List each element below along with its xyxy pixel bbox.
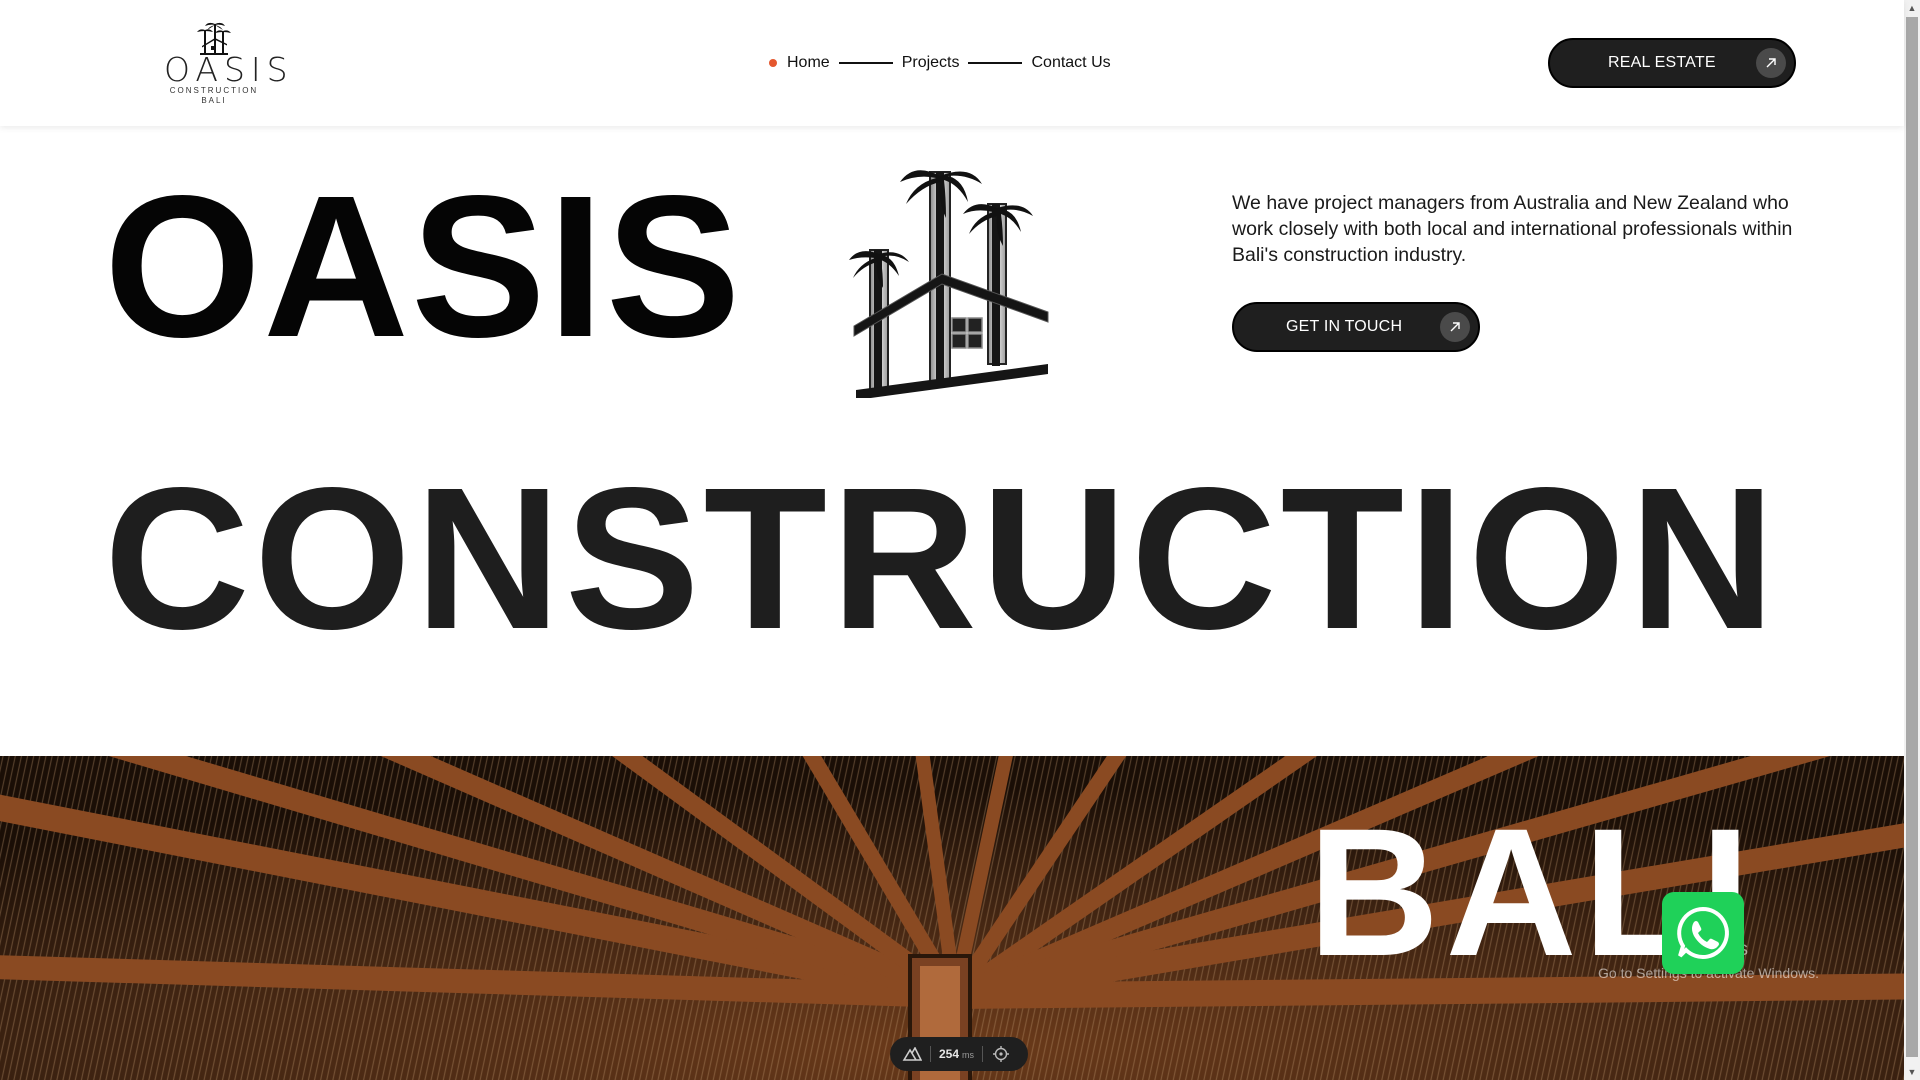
nav-divider (968, 62, 1023, 64)
site-logo[interactable]: OASIS CONSTRUCTION BALI (160, 18, 294, 105)
real-estate-button-label: REAL ESTATE (1608, 54, 1716, 71)
whatsapp-button[interactable] (1662, 892, 1744, 974)
active-indicator-dot (769, 59, 777, 67)
nuxt-icon (902, 1047, 922, 1061)
site-header: OASIS CONSTRUCTION BALI Home Projects Co… (0, 0, 1904, 126)
main-nav: Home Projects Contact Us (769, 52, 1111, 74)
hero-title-oasis: OASIS (104, 153, 743, 379)
perf-readout: 254 ms (939, 1047, 974, 1061)
arrow-up-right-icon (1756, 48, 1786, 78)
get-in-touch-button[interactable]: GET IN TOUCH (1232, 302, 1480, 352)
palm-house-3d-icon (849, 170, 1049, 398)
hero-title-construction: CONSTRUCTION (104, 445, 1780, 671)
perf-value: 254 (939, 1047, 960, 1061)
hero-intro-text: We have project managers from Australia … (1232, 192, 1793, 266)
nav-divider (838, 62, 893, 64)
perf-separator (930, 1046, 931, 1062)
scroll-thumb[interactable] (1906, 17, 1918, 1057)
arrow-up-right-icon (1440, 312, 1470, 342)
page-scrollbar[interactable]: ▲ ▼ (1904, 0, 1920, 1080)
perf-unit: ms (962, 1050, 975, 1060)
scroll-up-arrow-icon[interactable]: ▲ (1904, 0, 1920, 16)
whatsapp-icon (1677, 906, 1729, 959)
scroll-down-arrow-icon[interactable]: ▼ (1904, 1064, 1920, 1080)
dev-performance-widget[interactable]: 254 ms (890, 1037, 1028, 1071)
nav-projects[interactable]: Projects (902, 54, 960, 72)
real-estate-button[interactable]: REAL ESTATE (1548, 38, 1796, 88)
get-in-touch-label: GET IN TOUCH (1286, 318, 1403, 335)
perf-separator (982, 1046, 984, 1062)
nav-home[interactable]: Home (787, 54, 830, 72)
nav-contact-us[interactable]: Contact Us (1031, 54, 1110, 72)
logo-tagline: CONSTRUCTION BALI (169, 86, 259, 105)
logo-wordmark: OASIS (164, 50, 294, 89)
crosshair-icon[interactable] (993, 1046, 1010, 1062)
